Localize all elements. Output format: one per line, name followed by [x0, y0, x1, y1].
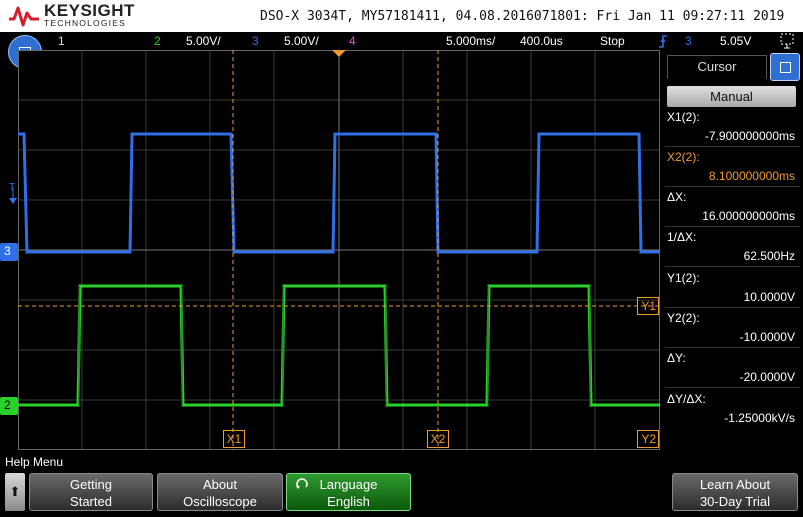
channel3-label[interactable]: 3	[252, 34, 259, 48]
trigger-level-label: T	[9, 182, 16, 193]
learn-about-trial-button[interactable]: Learn About 30-Day Trial	[672, 473, 798, 511]
divider	[665, 226, 800, 227]
cursor-x2-label[interactable]: X2	[427, 430, 449, 448]
delta-y-value: -20.0000V	[739, 370, 795, 384]
trigger-delay[interactable]: 400.0us	[520, 34, 563, 48]
acquisition-mode-icon[interactable]	[780, 33, 796, 49]
divider	[665, 146, 800, 147]
trigger-level[interactable]: 5.05V	[720, 34, 751, 48]
x2-value[interactable]: 8.100000000ms	[709, 169, 795, 183]
cursor-mode-button[interactable]: Manual	[667, 86, 796, 107]
delta-y-label: ΔY:	[667, 351, 686, 365]
channel1-label[interactable]: 1	[58, 34, 65, 48]
inverse-delta-x-value: 62.500Hz	[743, 249, 795, 263]
delta-x-value: 16.000000000ms	[702, 209, 795, 223]
status-bar: 1 2 5.00V/ 3 5.00V/ 4 5.000ms/ 400.0us S…	[0, 32, 803, 50]
panel-menu-button[interactable]	[770, 53, 800, 81]
softkey-label: About	[203, 477, 237, 492]
softkey-label: English	[327, 494, 370, 509]
delta-x-label: ΔX:	[667, 190, 687, 204]
cursor-y2-label[interactable]: Y2	[637, 430, 659, 448]
channel4-label[interactable]: 4	[349, 34, 356, 48]
y1-value[interactable]: 10.0000V	[744, 290, 795, 304]
tab-cursor[interactable]: Cursor	[667, 55, 767, 79]
menu-up-button[interactable]: ⬆	[5, 473, 25, 511]
help-menu-title: Help Menu	[5, 455, 64, 469]
menu-icon	[780, 62, 791, 73]
delta-y-over-delta-x-label: ΔY/ΔX:	[667, 392, 706, 406]
y1-label: Y1(2):	[667, 271, 700, 285]
about-oscilloscope-button[interactable]: About Oscilloscope	[157, 473, 283, 511]
softkey-label: Oscilloscope	[183, 494, 257, 509]
delta-y-over-delta-x-value: -1.25000kV/s	[724, 411, 795, 425]
x2-label: X2(2):	[667, 150, 700, 164]
softkey-label: Learn About	[699, 477, 771, 492]
title-bar: KEYSIGHT TECHNOLOGIES DSO-X 3034T, MY571…	[0, 0, 803, 32]
softkey-label: Started	[70, 494, 112, 509]
channel2-label[interactable]: 2	[154, 34, 161, 48]
softkey-label: 30-Day Trial	[699, 494, 771, 509]
keysight-logo-icon	[9, 6, 39, 27]
channel3-ground-marker[interactable]: 3	[0, 243, 18, 261]
divider	[665, 307, 800, 308]
divider	[665, 266, 800, 267]
channel2-scale[interactable]: 5.00V/	[186, 34, 221, 48]
channel2-ground-marker[interactable]: 2	[0, 397, 18, 415]
language-button[interactable]: Language English	[286, 473, 411, 511]
x1-label: X1(2):	[667, 110, 700, 124]
brand-subtitle: TECHNOLOGIES	[44, 18, 126, 28]
trigger-rising-edge-icon	[659, 35, 667, 48]
cursor-y1-label[interactable]: Y1	[637, 297, 659, 315]
instrument-info: DSO-X 3034T, MY57181411, 04.08.201607180…	[260, 9, 785, 24]
softkey-label: Getting	[70, 477, 112, 492]
channel3-scale[interactable]: 5.00V/	[284, 34, 319, 48]
divider	[665, 347, 800, 348]
rotary-knob-icon	[296, 478, 308, 489]
trigger-source[interactable]: 3	[685, 34, 692, 48]
run-state[interactable]: Stop	[600, 34, 625, 48]
timebase-scale[interactable]: 5.000ms/	[446, 34, 495, 48]
getting-started-button[interactable]: Getting Started	[29, 473, 153, 511]
cursor-x1-label[interactable]: X1	[223, 430, 245, 448]
y2-label: Y2(2):	[667, 311, 700, 325]
divider	[665, 387, 800, 388]
x1-value[interactable]: -7.900000000ms	[705, 129, 795, 143]
waveform-display[interactable]	[18, 50, 660, 450]
y2-value[interactable]: -10.0000V	[740, 330, 795, 344]
inverse-delta-x-label: 1/ΔX:	[667, 230, 697, 244]
divider	[665, 186, 800, 187]
